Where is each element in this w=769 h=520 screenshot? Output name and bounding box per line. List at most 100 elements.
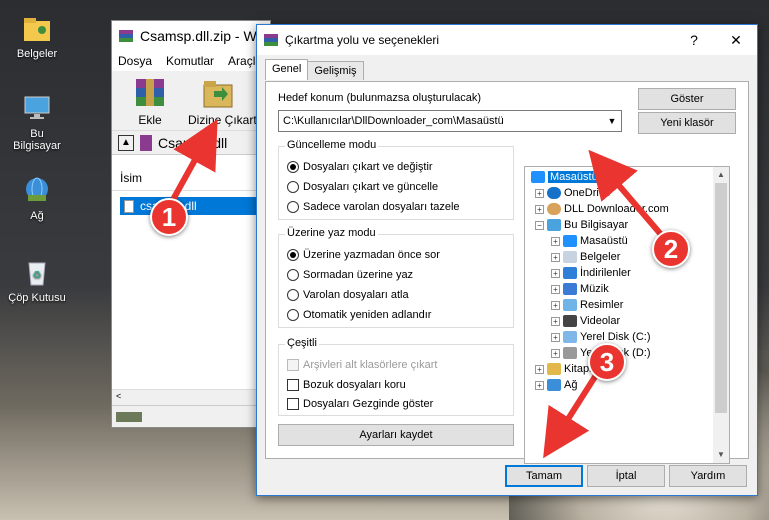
expand-icon[interactable]: + xyxy=(551,236,560,246)
option-label: Sormadan üzerine yaz xyxy=(303,269,414,281)
help-button[interactable]: ? xyxy=(673,25,715,55)
scroll-down-icon[interactable]: ▼ xyxy=(713,447,729,463)
computer-icon xyxy=(21,92,53,124)
option-label: Otomatik yeniden adlandır xyxy=(303,309,432,321)
tree-item-pc-desktop[interactable]: + Masaüstü xyxy=(551,235,628,247)
tree-item-desktop[interactable]: Masaüstü xyxy=(531,171,600,183)
misc-option-keep-broken[interactable]: Bozuk dosyaları koru xyxy=(287,379,406,391)
checkbox xyxy=(287,359,299,371)
file-row[interactable]: csamsp.dll xyxy=(120,197,260,215)
misc-group: Çeşitli Arşivleri alt klasörlere çıkart … xyxy=(278,337,514,416)
option-label: Sadece varolan dosyaları tazele xyxy=(303,201,460,213)
close-button[interactable]: ✕ xyxy=(715,25,757,55)
winrar-app-icon xyxy=(119,30,133,42)
destination-path-value: C:\Kullanıcılar\DllDownloader_com\Masaüs… xyxy=(283,115,504,127)
save-settings-button[interactable]: Ayarları kaydet xyxy=(278,424,514,446)
extract-icon xyxy=(198,75,238,111)
radio[interactable] xyxy=(287,181,299,193)
radio[interactable] xyxy=(287,201,299,213)
winrar-window: Csamsp.dll.zip - Wi Dosya Komutlar Araçl… xyxy=(111,20,271,428)
overwrite-option-overwrite[interactable]: Sormadan üzerine yaz xyxy=(287,269,413,281)
radio[interactable] xyxy=(287,289,299,301)
tree-label: İndirilenler xyxy=(580,267,631,279)
winrar-titlebar[interactable]: Csamsp.dll.zip - Wi xyxy=(112,21,270,51)
up-folder-icon[interactable]: ▲ xyxy=(118,134,134,151)
menu-dosya[interactable]: Dosya xyxy=(118,54,152,68)
new-folder-button[interactable]: Yeni klasör xyxy=(638,112,736,134)
tree-item-network[interactable]: + Ağ xyxy=(535,379,577,391)
misc-option-show-in-explorer[interactable]: Dosyaları Gezginde göster xyxy=(287,398,433,410)
tree-label: Yerel Disk (C:) xyxy=(580,331,651,343)
tree-item-documents[interactable]: + Belgeler xyxy=(551,251,620,263)
tab-advanced[interactable]: Gelişmiş xyxy=(307,61,364,80)
expand-icon[interactable]: + xyxy=(535,204,544,214)
add-button[interactable]: Ekle xyxy=(120,75,180,130)
radio-selected[interactable] xyxy=(287,161,299,173)
tree-item-downloads[interactable]: + İndirilenler xyxy=(551,267,631,279)
overwrite-option-skip[interactable]: Varolan dosyaları atla xyxy=(287,289,409,301)
expand-icon[interactable]: + xyxy=(551,252,560,262)
expand-icon[interactable]: + xyxy=(551,316,560,326)
tab-general[interactable]: Genel xyxy=(265,59,309,80)
desktop-icon-documents[interactable]: Belgeler xyxy=(6,12,68,60)
tree-item-disk-c[interactable]: + Yerel Disk (C:) xyxy=(551,331,651,343)
horizontal-scrollbar[interactable]: < xyxy=(112,389,270,405)
tree-item-pictures[interactable]: + Resimler xyxy=(551,299,623,311)
chevron-down-icon[interactable]: ▼ xyxy=(603,116,621,126)
extract-to-label: Dizine Çıkart xyxy=(188,113,257,127)
tree-scrollbar[interactable]: ▲ ▼ xyxy=(713,167,729,463)
cloud-icon xyxy=(547,187,561,199)
expand-icon[interactable]: + xyxy=(551,332,560,342)
update-option-refresh[interactable]: Sadece varolan dosyaları tazele xyxy=(287,201,460,213)
overwrite-option-ask[interactable]: Üzerine yazmadan önce sor xyxy=(287,249,440,261)
option-label: Bozuk dosyaları koru xyxy=(303,379,406,391)
expand-icon[interactable]: + xyxy=(535,364,544,374)
tree-item-onedrive[interactable]: + OneDrive xyxy=(535,187,610,199)
collapse-icon[interactable]: − xyxy=(535,220,544,230)
overwrite-mode-group: Üzerine yaz modu Üzerine yazmadan önce s… xyxy=(278,227,514,328)
help-text-button[interactable]: Yardım xyxy=(669,465,747,487)
tree-item-music[interactable]: + Müzik xyxy=(551,283,609,295)
desktop-icon-recycle-bin[interactable]: ♻ Çöp Kutusu xyxy=(6,256,68,304)
update-option-replace[interactable]: Dosyaları çıkart ve değiştir xyxy=(287,161,433,173)
destination-path-combo[interactable]: C:\Kullanıcılar\DllDownloader_com\Masaüs… xyxy=(278,110,622,132)
tree-item-this-pc[interactable]: − Bu Bilgisayar xyxy=(535,219,628,231)
checkbox[interactable] xyxy=(287,379,299,391)
radio[interactable] xyxy=(287,269,299,281)
show-button[interactable]: Göster xyxy=(638,88,736,110)
expand-icon[interactable]: + xyxy=(551,284,560,294)
archive-path: Csamsp.dll xyxy=(158,134,228,151)
menu-komutlar[interactable]: Komutlar xyxy=(166,54,214,68)
ok-button[interactable]: Tamam xyxy=(505,465,583,487)
winrar-statusbar xyxy=(112,405,270,427)
tree-item-videos[interactable]: + Videolar xyxy=(551,315,620,327)
option-label: Varolan dosyaları atla xyxy=(303,289,409,301)
expand-icon[interactable]: + xyxy=(535,380,544,390)
column-name-header[interactable]: İsim xyxy=(112,165,270,191)
network-icon xyxy=(21,174,53,206)
expand-icon[interactable]: + xyxy=(551,268,560,278)
tree-label: Masaüstü xyxy=(548,171,600,183)
misc-title: Çeşitli xyxy=(285,337,319,349)
desktop-icon-network[interactable]: Ağ xyxy=(6,174,68,222)
checkbox[interactable] xyxy=(287,398,299,410)
annotation-badge-3: 3 xyxy=(588,343,626,381)
recycle-bin-icon: ♻ xyxy=(21,256,53,288)
radio-selected[interactable] xyxy=(287,249,299,261)
expand-icon[interactable]: + xyxy=(551,348,560,358)
radio[interactable] xyxy=(287,309,299,321)
update-option-update[interactable]: Dosyaları çıkart ve güncelle xyxy=(287,181,438,193)
expand-icon[interactable]: + xyxy=(535,188,544,198)
dialog-titlebar[interactable]: Çıkartma yolu ve seçenekleri ? ✕ xyxy=(257,25,757,55)
cancel-button[interactable]: İptal xyxy=(587,465,665,487)
overwrite-option-rename[interactable]: Otomatik yeniden adlandır xyxy=(287,309,431,321)
tree-item-user[interactable]: + DLL Downloader.com xyxy=(535,203,669,215)
tree-label: Resimler xyxy=(580,299,624,311)
expand-icon[interactable]: + xyxy=(551,300,560,310)
extract-to-button[interactable]: Dizine Çıkart xyxy=(188,75,257,130)
desktop-icon-this-pc[interactable]: Bu Bilgisayar xyxy=(6,92,68,152)
network-icon xyxy=(547,379,561,391)
scroll-thumb[interactable] xyxy=(715,183,727,413)
annotation-badge-2: 2 xyxy=(652,230,690,268)
scroll-up-icon[interactable]: ▲ xyxy=(713,167,729,183)
